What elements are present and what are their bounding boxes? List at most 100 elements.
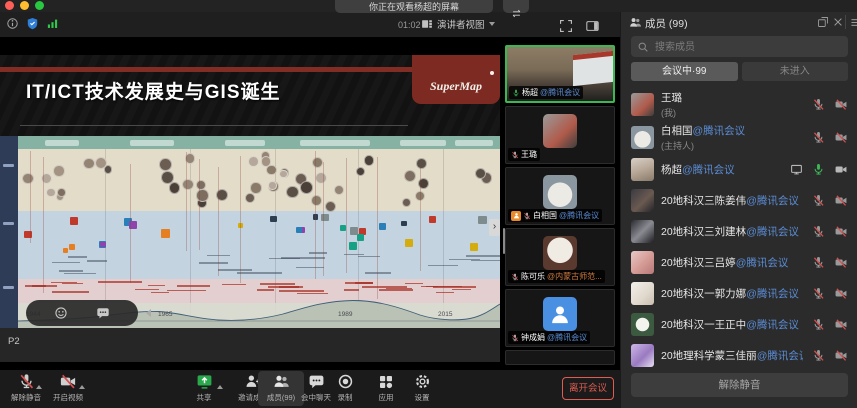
switch-screen-button[interactable]	[503, 0, 529, 13]
participant-name: 杨超	[522, 87, 538, 98]
camera-muted-icon[interactable]	[834, 318, 848, 331]
video-thumbnail-zhongchengjuan[interactable]: 钟成娟@腾讯会议	[505, 289, 615, 347]
mic-muted-icon	[511, 151, 519, 159]
video-thumbnail-baixiangguo[interactable]: 白相国@腾讯会议	[505, 167, 615, 225]
avatar	[631, 313, 654, 336]
emoji-reaction-icon[interactable]	[54, 306, 68, 320]
search-input[interactable]	[653, 36, 845, 59]
member-row[interactable]: 20地科汉一王正中@腾讯会议	[621, 309, 857, 340]
mic-muted-icon	[523, 212, 531, 220]
next-slide-chevron[interactable]: ›	[489, 219, 500, 236]
camera-muted-icon[interactable]	[834, 349, 848, 362]
camera-muted-icon[interactable]	[834, 225, 848, 238]
brand-banner: SuperMap	[412, 55, 500, 104]
member-org: @腾讯会议	[736, 257, 789, 269]
default-avatar	[543, 297, 577, 331]
chevron-up-icon[interactable]	[79, 385, 85, 389]
layout-icon	[421, 18, 433, 30]
toolbar-settings-button[interactable]: 设置	[399, 373, 445, 403]
mac-minimize-button[interactable]	[20, 1, 29, 10]
member-org: @腾讯会议	[746, 195, 799, 207]
toolbar-share-button[interactable]: 共享	[181, 373, 227, 403]
member-role: (主持人)	[661, 139, 803, 152]
members-icon	[273, 373, 290, 390]
camera-on-icon[interactable]	[834, 163, 848, 176]
timeline-left-column	[0, 136, 18, 328]
avatar	[631, 251, 654, 274]
member-row[interactable]: 杨超@腾讯会议	[621, 154, 857, 185]
avatar	[631, 126, 654, 149]
toolbar-start-video-button[interactable]: 开启视频	[42, 373, 94, 403]
mac-zoom-button[interactable]	[35, 1, 44, 10]
leave-meeting-button[interactable]: 离开会议	[562, 377, 614, 400]
camera-muted-icon[interactable]	[834, 194, 848, 207]
divider	[845, 15, 846, 29]
avatar	[543, 236, 577, 270]
video-thumbnail-wanglu[interactable]: 王璐	[505, 106, 615, 164]
watching-banner-text: 你正在观看杨超的屏幕	[369, 2, 459, 12]
view-mode-switcher[interactable]: 演讲者视图	[421, 17, 495, 31]
tab-not-joined[interactable]: 未进入	[742, 62, 849, 81]
member-name: 王璐	[661, 92, 682, 104]
unmute-button[interactable]: 解除静音	[631, 373, 848, 397]
network-signal-icon[interactable]	[46, 17, 59, 30]
meeting-menubar: 01:02 演讲者视图	[0, 12, 620, 37]
mic-muted-icon[interactable]	[812, 98, 825, 111]
fullscreen-icon	[559, 19, 573, 33]
switch-icon	[511, 8, 522, 19]
fullscreen-button[interactable]	[559, 17, 573, 35]
timeline-year: 1965	[158, 311, 172, 318]
brand-logo: SuperMap	[412, 79, 500, 94]
member-row[interactable]: 20地科汉三刘建林@腾讯会议	[621, 216, 857, 247]
mic-muted-icon[interactable]	[812, 131, 825, 144]
camera-muted-icon[interactable]	[834, 131, 848, 144]
mic-on-icon[interactable]	[812, 163, 825, 176]
members-panel-header: 成员 (99)	[621, 12, 857, 34]
avatar	[543, 175, 577, 209]
video-thumbnail-yangchao[interactable]: 杨超@腾讯会议	[505, 45, 615, 103]
screen-sharing-icon[interactable]	[790, 163, 803, 176]
video-thumbnail-chenkele[interactable]: 陈可乐@内蒙古师范...	[505, 228, 615, 286]
thumbnail-name-pill: 杨超@腾讯会议	[509, 86, 583, 99]
mic-muted-icon[interactable]	[812, 194, 825, 207]
member-row[interactable]: 20地科汉一郭力娜@腾讯会议	[621, 278, 857, 309]
comment-icon[interactable]	[96, 306, 110, 320]
side-panel-toggle-button[interactable]	[585, 17, 600, 35]
mic-muted-icon[interactable]	[812, 256, 825, 269]
member-row[interactable]: 20地理科学蒙三佳丽@腾讯会议	[621, 340, 857, 371]
info-icon[interactable]	[6, 17, 19, 30]
security-shield-icon[interactable]	[26, 17, 39, 30]
mac-close-button[interactable]	[5, 1, 14, 10]
avatar	[631, 93, 654, 116]
camera-muted-icon[interactable]	[834, 98, 848, 111]
popout-icon[interactable]	[817, 16, 829, 28]
avatar	[631, 282, 654, 305]
mic-muted-icon	[511, 334, 519, 342]
member-search	[631, 36, 848, 57]
mic-muted-icon[interactable]	[812, 349, 825, 362]
participant-name: 王璐	[521, 149, 537, 160]
camera-muted-icon[interactable]	[834, 256, 848, 269]
mic-muted-icon[interactable]	[812, 287, 825, 300]
slide-title: IT/ICT技术发展史与GIS诞生	[26, 77, 281, 104]
toolbar-record-button[interactable]: 录制	[322, 373, 368, 403]
avatar	[543, 114, 577, 148]
settings-icon	[414, 373, 431, 390]
member-row[interactable]: 20地科汉三吕婷@腾讯会议	[621, 247, 857, 278]
whiteboard-shape	[573, 51, 613, 87]
camera-muted-icon[interactable]	[834, 287, 848, 300]
mic-muted-icon[interactable]	[812, 318, 825, 331]
more-menu-icon[interactable]	[849, 16, 857, 29]
avatar	[631, 344, 654, 367]
member-row[interactable]: 王璐 (我)	[621, 88, 857, 121]
member-row[interactable]: 白相国@腾讯会议 (主持人)	[621, 121, 857, 154]
brand-star-icon	[490, 71, 494, 75]
tab-in-meeting[interactable]: 会议中·99	[631, 62, 738, 81]
collapse-arrow-icon[interactable]	[146, 309, 151, 317]
close-icon[interactable]	[832, 16, 844, 28]
slide-footer-band: P2	[0, 328, 500, 362]
mic-muted-icon[interactable]	[812, 225, 825, 238]
video-thumbnail-partial[interactable]	[505, 350, 615, 365]
chevron-up-icon[interactable]	[217, 385, 223, 389]
member-row[interactable]: 20地科汉三陈姜伟@腾讯会议	[621, 185, 857, 216]
